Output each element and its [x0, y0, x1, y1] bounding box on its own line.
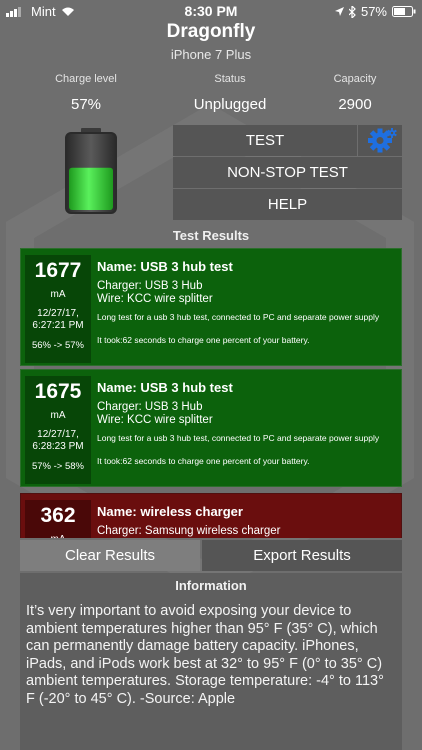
- information-text: It’s very important to avoid exposing yo…: [26, 603, 384, 707]
- clear-results-button[interactable]: Clear Results: [20, 540, 200, 571]
- result-badge: 1675 mA 12/27/17, 6:28:23 PM 57% -> 58%: [25, 376, 91, 484]
- result-badge: 362 mA: [25, 500, 91, 538]
- test-results-title: Test Results: [172, 228, 250, 243]
- charge-level-label: Charge level: [55, 73, 117, 85]
- result-charger: Charger: USB 3 Hub: [97, 280, 203, 292]
- result-wire: Wire: KCC wire splitter: [97, 414, 213, 426]
- result-name: Name: USB 3 hub test: [97, 380, 233, 395]
- status-label: Status: [214, 73, 246, 85]
- export-results-button[interactable]: Export Results: [202, 540, 402, 571]
- results-list[interactable]: 1677 mA 12/27/17, 6:27:21 PM 56% -> 57% …: [20, 248, 402, 538]
- status-battery-percent: 57%: [360, 4, 387, 19]
- result-unit: mA: [25, 534, 91, 538]
- location-icon: [334, 6, 344, 16]
- status-value: Unplugged: [193, 96, 267, 113]
- result-range: 57% -> 58%: [31, 461, 85, 472]
- result-charger: Charger: Samsung wireless charger: [97, 525, 281, 537]
- settings-button[interactable]: [358, 125, 402, 156]
- result-note: Long test for a usb 3 hub test, connecte…: [97, 312, 380, 322]
- result-range: 56% -> 57%: [31, 340, 85, 351]
- capacity-value: 2900: [338, 96, 372, 113]
- test-button[interactable]: TEST: [173, 125, 357, 156]
- result-charger: Charger: USB 3 Hub: [97, 401, 203, 413]
- result-date: 12/27/17,: [37, 308, 79, 319]
- result-card[interactable]: 362 mA Name: wireless charger Charger: S…: [20, 493, 402, 538]
- result-current: 1675: [34, 380, 82, 403]
- result-time: 6:27:21 PM: [32, 320, 84, 331]
- result-took: It took:62 seconds to charge one percent…: [97, 456, 310, 466]
- result-card[interactable]: 1675 mA 12/27/17, 6:28:23 PM 57% -> 58% …: [20, 369, 402, 487]
- help-button[interactable]: HELP: [173, 189, 402, 220]
- charge-level-value: 57%: [70, 96, 102, 113]
- result-note: Long test for a usb 3 hub test, connecte…: [97, 433, 380, 443]
- gear-icon: [368, 128, 397, 153]
- app-title: Dragonfly: [166, 21, 256, 42]
- result-current: 1677: [34, 259, 82, 282]
- result-wire: Wire: KCC wire splitter: [97, 293, 213, 305]
- device-name: iPhone 7 Plus: [170, 47, 252, 62]
- capacity-label: Capacity: [333, 73, 377, 85]
- battery-gauge: [65, 128, 117, 214]
- result-date: 12/27/17,: [37, 429, 79, 440]
- result-badge: 1677 mA 12/27/17, 6:27:21 PM 56% -> 57%: [25, 255, 91, 363]
- non-stop-test-button[interactable]: NON-STOP TEST: [173, 157, 402, 188]
- result-took: It took:62 seconds to charge one percent…: [97, 335, 310, 345]
- result-unit: mA: [50, 289, 66, 300]
- battery-fill: [69, 167, 113, 210]
- battery-icon: [392, 6, 416, 17]
- status-bar: Mint 8:30 PM 57%: [0, 0, 422, 22]
- result-name: Name: USB 3 hub test: [97, 259, 233, 274]
- information-title: Information: [175, 578, 247, 593]
- result-card[interactable]: 1677 mA 12/27/17, 6:27:21 PM 56% -> 57% …: [20, 248, 402, 366]
- result-unit: mA: [50, 410, 66, 421]
- result-time: 6:28:23 PM: [32, 441, 84, 452]
- bluetooth-icon: [348, 5, 356, 18]
- result-current: 362: [40, 504, 76, 527]
- result-name: Name: wireless charger: [97, 504, 243, 519]
